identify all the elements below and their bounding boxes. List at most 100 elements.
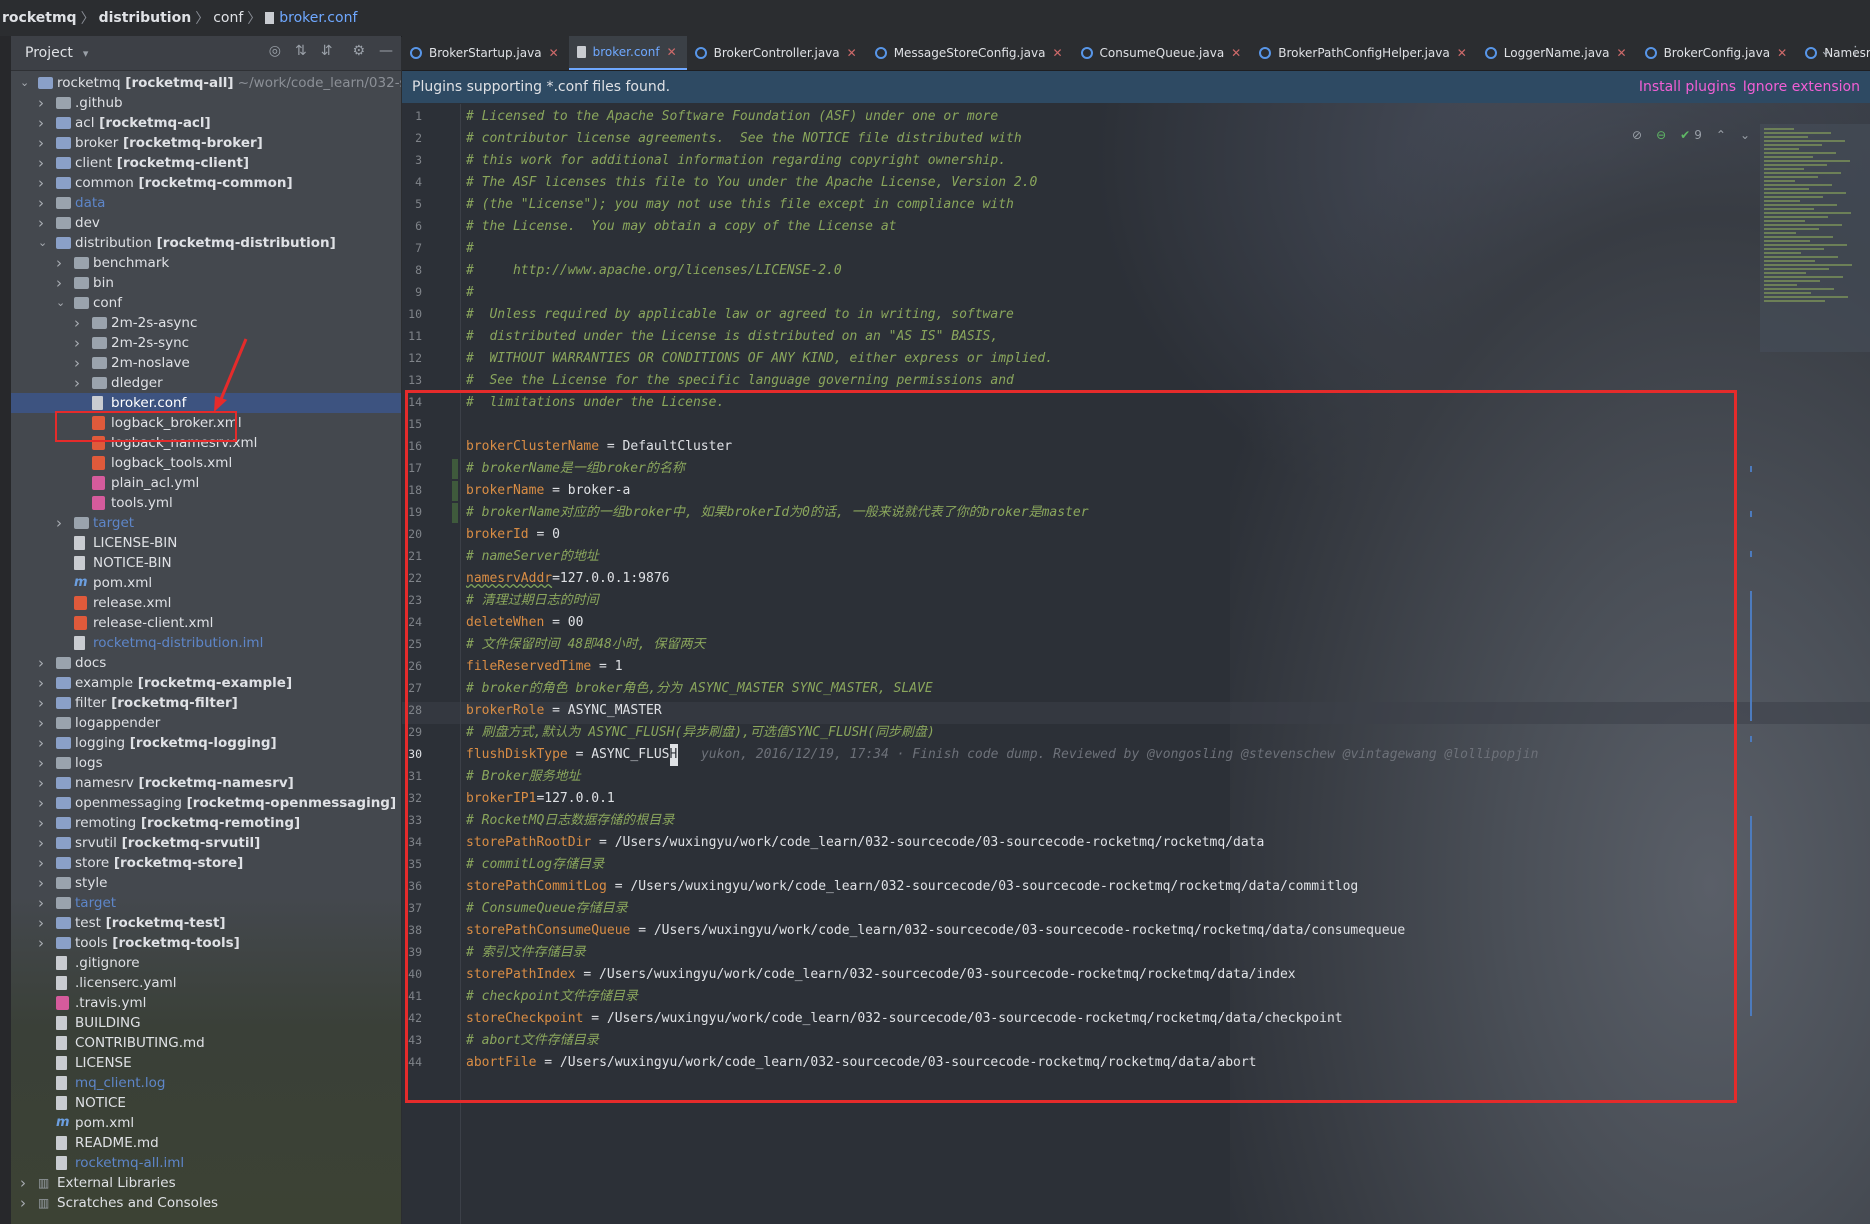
tree-item[interactable]: › docs (11, 653, 401, 673)
tree-item[interactable]: › 2m-2s-sync (11, 333, 401, 353)
chevron-right-icon[interactable]: › (38, 733, 50, 753)
locate-icon[interactable]: ◎ (269, 43, 281, 59)
tree-item[interactable]: › dledger (11, 373, 401, 393)
circle-icon[interactable]: ⊖ (1656, 128, 1666, 142)
tree-item[interactable]: › acl [rocketmq-acl] (11, 113, 401, 133)
tree-item[interactable]: › common [rocketmq-common] (11, 173, 401, 193)
tree-item[interactable]: broker.conf (11, 393, 401, 413)
tree-item[interactable]: README.md (11, 1133, 401, 1153)
chevron-right-icon[interactable]: › (56, 273, 68, 293)
chevron-right-icon[interactable]: › (38, 873, 50, 893)
chevron-right-icon[interactable]: › (38, 693, 50, 713)
chevron-right-icon[interactable]: › (38, 913, 50, 933)
chevron-right-icon[interactable]: › (38, 773, 50, 793)
chevron-right-icon[interactable]: › (20, 1173, 32, 1193)
chevron-right-icon[interactable]: › (38, 933, 50, 953)
breadcrumb-item-file[interactable]: broker.conf (279, 10, 357, 26)
minimap[interactable] (1760, 124, 1870, 352)
tree-item[interactable]: mq_client.log (11, 1073, 401, 1093)
editor-tab[interactable]: BrokerStartup.java ✕ (402, 36, 569, 70)
tree-item[interactable]: › filter [rocketmq-filter] (11, 693, 401, 713)
tree-item[interactable]: ⌄ rocketmq [rocketmq-all] ~/work/code_lea… (11, 73, 401, 93)
chevron-right-icon[interactable]: › (38, 653, 50, 673)
breadcrumb-item-project[interactable]: rocketmq (2, 10, 77, 26)
project-panel-title[interactable]: Project (25, 45, 73, 61)
tree-item[interactable]: › ▥ Scratches and Consoles (11, 1193, 401, 1213)
tree-item[interactable]: › namesrv [rocketmq-namesrv] (11, 773, 401, 793)
editor-tab[interactable]: BrokerPathConfigHelper.java ✕ (1251, 36, 1477, 70)
chevron-right-icon[interactable]: › (38, 113, 50, 133)
tree-item[interactable]: LICENSE-BIN (11, 533, 401, 553)
tree-item[interactable]: › remoting [rocketmq-remoting] (11, 813, 401, 833)
tree-item[interactable]: › tools [rocketmq-tools] (11, 933, 401, 953)
tree-item[interactable]: › example [rocketmq-example] (11, 673, 401, 693)
tree-item[interactable]: rocketmq-distribution.iml (11, 633, 401, 653)
tree-item[interactable]: logback_tools.xml (11, 453, 401, 473)
close-icon[interactable]: ✕ (549, 46, 559, 60)
tree-item[interactable]: LICENSE (11, 1053, 401, 1073)
close-icon[interactable]: ✕ (1617, 46, 1627, 60)
tree-item[interactable]: › style (11, 873, 401, 893)
chevron-up-icon[interactable]: ⌃ (1716, 128, 1726, 142)
chevron-right-icon[interactable]: › (38, 173, 50, 193)
editor-tab[interactable]: broker.conf ✕ (568, 36, 687, 70)
breadcrumb-item-distribution[interactable]: distribution (99, 10, 192, 26)
tree-item[interactable]: › ▥ External Libraries (11, 1173, 401, 1193)
tree-item[interactable]: NOTICE-BIN (11, 553, 401, 573)
tree-item[interactable]: BUILDING (11, 1013, 401, 1033)
tree-item[interactable]: › target (11, 893, 401, 913)
tree-item[interactable]: ⌄ distribution [rocketmq-distribution] (11, 233, 401, 253)
chevron-right-icon[interactable]: › (74, 373, 86, 393)
tree-item[interactable]: › logappender (11, 713, 401, 733)
chevron-right-icon[interactable]: › (38, 713, 50, 733)
chevron-right-icon[interactable]: › (74, 353, 86, 373)
tree-item[interactable]: › test [rocketmq-test] (11, 913, 401, 933)
expand-all-icon[interactable]: ⇅ (295, 43, 307, 59)
close-icon[interactable]: ✕ (847, 46, 857, 60)
tree-item[interactable]: plain_acl.yml (11, 473, 401, 493)
chevron-right-icon[interactable]: › (38, 833, 50, 853)
tree-item[interactable]: › store [rocketmq-store] (11, 853, 401, 873)
editor-tab[interactable]: BrokerController.java ✕ (687, 36, 867, 70)
tree-item[interactable]: ⌄ conf (11, 293, 401, 313)
tree-item[interactable]: › 2m-2s-async (11, 313, 401, 333)
tree-item[interactable]: CONTRIBUTING.md (11, 1033, 401, 1053)
more-icon[interactable]: ⋮ (1849, 44, 1862, 59)
tree-item[interactable]: › logging [rocketmq-logging] (11, 733, 401, 753)
tree-item[interactable]: m pom.xml (11, 573, 401, 593)
chevron-right-icon[interactable]: › (38, 673, 50, 693)
chevron-down-icon[interactable]: ▾ (83, 47, 89, 60)
chevron-right-icon[interactable]: › (56, 253, 68, 273)
ignore-extension-link[interactable]: Ignore extension (1743, 79, 1860, 95)
tree-item[interactable]: NOTICE (11, 1093, 401, 1113)
tree-item[interactable]: m pom.xml (11, 1113, 401, 1133)
chevron-right-icon[interactable]: › (38, 853, 50, 873)
eye-off-icon[interactable]: ⊘ (1632, 128, 1642, 142)
tree-item[interactable]: › .github (11, 93, 401, 113)
chevron-down-icon[interactable]: ⌄ (1740, 128, 1750, 142)
tree-item[interactable]: › bin (11, 273, 401, 293)
editor-tab[interactable]: MessageStoreConfig.java ✕ (867, 36, 1073, 70)
tree-item[interactable]: › data (11, 193, 401, 213)
chevron-down-icon[interactable]: ⌄ (56, 293, 68, 313)
close-icon[interactable]: ✕ (1457, 46, 1467, 60)
chevron-right-icon[interactable]: › (20, 1193, 32, 1213)
tree-item[interactable]: › benchmark (11, 253, 401, 273)
tree-item[interactable]: › target (11, 513, 401, 533)
close-icon[interactable]: ✕ (667, 45, 677, 59)
tree-item[interactable]: › client [rocketmq-client] (11, 153, 401, 173)
chevron-right-icon[interactable]: › (56, 513, 68, 533)
tree-item[interactable]: .gitignore (11, 953, 401, 973)
tree-item[interactable]: › dev (11, 213, 401, 233)
tree-item[interactable]: › 2m-noslave (11, 353, 401, 373)
chevron-right-icon[interactable]: › (38, 133, 50, 153)
chevron-down-icon[interactable]: ⌄ (20, 73, 32, 93)
chevron-right-icon[interactable]: › (38, 193, 50, 213)
tree-item[interactable]: .licenserc.yaml (11, 973, 401, 993)
tree-item[interactable]: tools.yml (11, 493, 401, 513)
chevron-right-icon[interactable]: › (38, 213, 50, 233)
close-icon[interactable]: ✕ (1231, 46, 1241, 60)
chevron-right-icon[interactable]: › (38, 793, 50, 813)
chevron-right-icon[interactable]: › (38, 93, 50, 113)
breadcrumb-item-conf[interactable]: conf (213, 10, 243, 26)
